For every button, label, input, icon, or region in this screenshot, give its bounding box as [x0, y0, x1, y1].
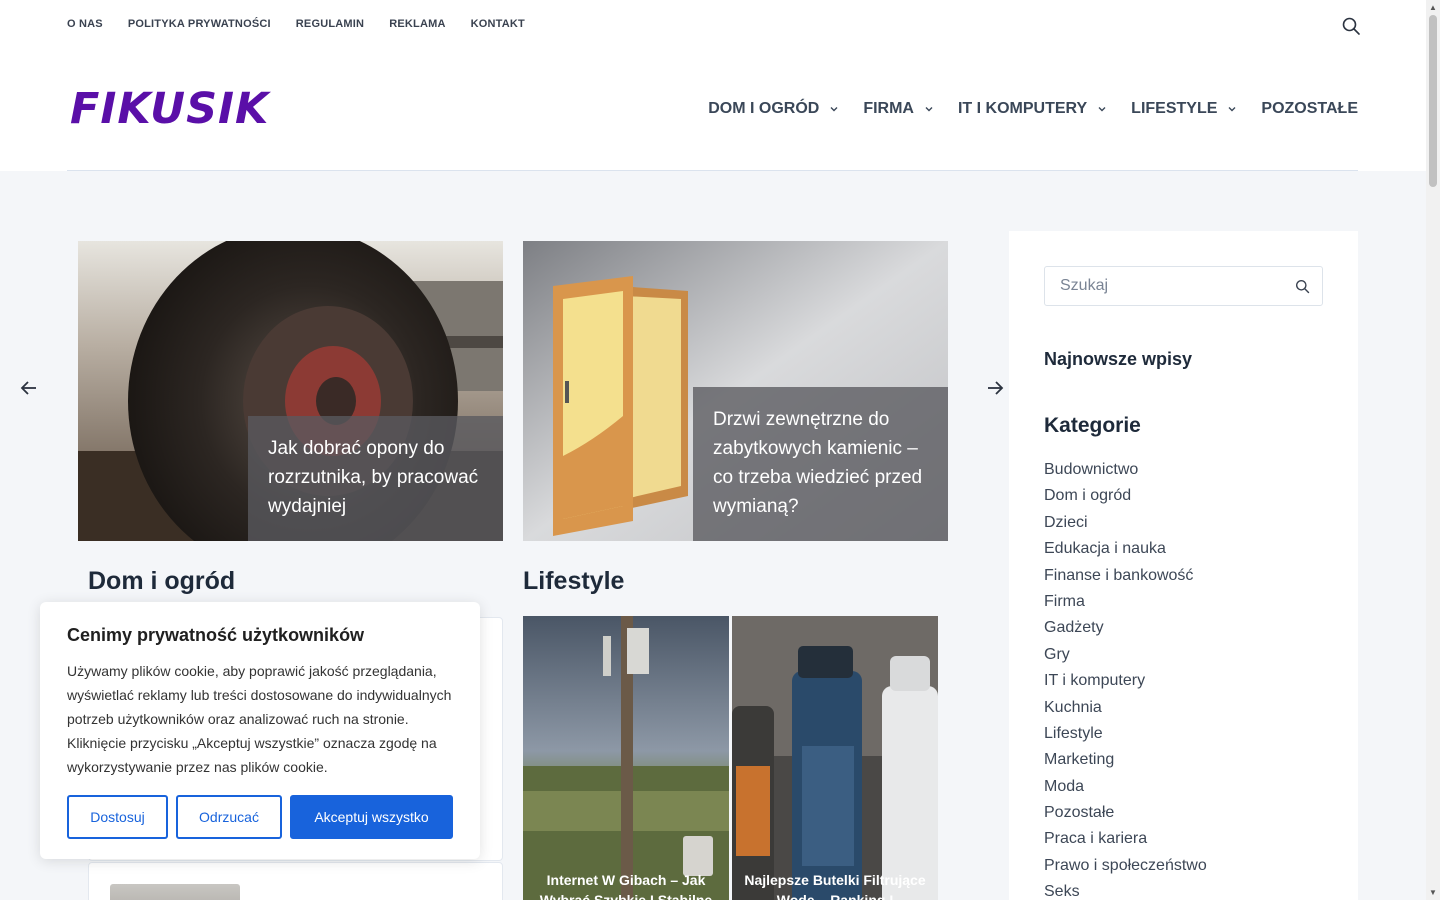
category-link[interactable]: Pozostałe [1044, 801, 1207, 827]
arrow-left-icon[interactable] [19, 378, 39, 398]
nav-item-label: FIRMA [863, 100, 914, 117]
category-link[interactable]: Dom i ogród [1044, 484, 1207, 510]
chevron-down-icon [830, 107, 838, 112]
category-link[interactable]: Lifestyle [1044, 722, 1207, 748]
category-link[interactable]: Praca i kariera [1044, 827, 1207, 853]
category-link[interactable]: Gadżety [1044, 616, 1207, 642]
category-list: Budownictwo Dom i ogród Dzieci Edukacja … [1044, 458, 1207, 900]
category-link[interactable]: Kuchnia [1044, 696, 1207, 722]
site-logo[interactable]: FIKUSIK [70, 84, 269, 134]
nav-item-firma[interactable]: FIRMA [863, 100, 934, 118]
section-title-lifestyle[interactable]: Lifestyle [523, 567, 624, 596]
post-thumbnail [110, 884, 240, 900]
slider-post-2[interactable]: Drzwi zewnętrzne do zabytkowych kamienic… [523, 241, 948, 541]
nav-item-label: DOM I OGRÓD [708, 100, 820, 117]
topnav-link-reklama[interactable]: REKLAMA [389, 18, 445, 30]
scroll-up-arrow-icon[interactable]: ▲ [1429, 3, 1437, 12]
tile-title[interactable]: Internet W Gibach – Jak Wybrać Szybkie I… [523, 870, 729, 900]
chevron-down-icon [925, 107, 933, 112]
site-header: FIKUSIK DOM I OGRÓD FIRMA IT I KOMPUTERY… [0, 50, 1426, 171]
category-link[interactable]: Seks [1044, 880, 1207, 900]
topnav-link-regulamin[interactable]: REGULAMIN [296, 18, 364, 30]
scroll-down-arrow-icon[interactable]: ▼ [1429, 888, 1437, 897]
nav-item-dom-i-ogrod[interactable]: DOM I OGRÓD [708, 100, 839, 118]
section-title-dom-i-ogrod[interactable]: Dom i ogród [88, 567, 235, 596]
cookie-title: Cenimy prywatność użytkowników [67, 625, 365, 645]
topnav-link-polityka[interactable]: POLITYKA PRYWATNOŚCI [128, 18, 271, 30]
chevron-down-icon [1228, 107, 1236, 112]
arrow-right-icon[interactable] [985, 378, 1005, 398]
category-link[interactable]: Dzieci [1044, 511, 1207, 537]
accept-all-button[interactable]: Akceptuj wszystko [290, 795, 453, 839]
search-icon[interactable] [1341, 16, 1361, 36]
slider-post-1[interactable]: Jak dobrać opony do rozrzutnika, by prac… [78, 241, 503, 541]
nav-item-pozostale[interactable]: POZOSTAŁE [1261, 100, 1358, 118]
category-link[interactable]: Budownictwo [1044, 458, 1207, 484]
slide-title[interactable]: Jak dobrać opony do rozrzutnika, by prac… [248, 416, 503, 541]
search-input[interactable] [1045, 267, 1285, 305]
reject-button[interactable]: Odrzucać [176, 795, 282, 839]
topnav-link-o-nas[interactable]: O NAS [67, 18, 103, 30]
post-image-pole [523, 616, 729, 900]
nav-item-label: POZOSTAŁE [1261, 100, 1358, 117]
slide-title[interactable]: Drzwi zewnętrzne do zabytkowych kamienic… [693, 387, 948, 541]
lifestyle-post-1[interactable]: Internet W Gibach – Jak Wybrać Szybkie I… [523, 616, 729, 900]
sidebar: Najnowsze wpisy Kategorie Budownictwo Do… [1009, 231, 1358, 900]
top-bar: O NAS POLITYKA PRYWATNOŚCI REGULAMIN REK… [0, 0, 1426, 50]
lifestyle-post-2[interactable]: Najlepsze Butelki Filtrujące Wodę – Rank… [732, 616, 938, 900]
nav-item-label: IT I KOMPUTERY [957, 100, 1088, 117]
sidebar-search [1044, 266, 1323, 306]
category-link[interactable]: Moda [1044, 775, 1207, 801]
category-link[interactable]: Gry [1044, 643, 1207, 669]
cookie-consent-banner: Cenimy prywatność użytkowników Używamy p… [40, 602, 480, 859]
scrollbar-thumb[interactable] [1429, 15, 1437, 187]
chevron-down-icon [1098, 107, 1106, 112]
main-navigation: DOM I OGRÓD FIRMA IT I KOMPUTERY LIFESTY… [684, 100, 1358, 118]
customize-button[interactable]: Dostosuj [67, 795, 168, 839]
search-icon[interactable] [1295, 279, 1310, 294]
nav-item-it-i-komputery[interactable]: IT I KOMPUTERY [958, 100, 1107, 118]
tile-title[interactable]: Najlepsze Butelki Filtrujące Wodę – Rank… [732, 870, 938, 900]
category-link[interactable]: Edukacja i nauka [1044, 537, 1207, 563]
page-scrollbar[interactable]: ▲ ▼ [1426, 0, 1440, 900]
category-link[interactable]: Finanse i bankowość [1044, 564, 1207, 590]
nav-item-lifestyle[interactable]: LIFESTYLE [1131, 100, 1237, 118]
category-link[interactable]: Firma [1044, 590, 1207, 616]
category-link[interactable]: IT i komputery [1044, 669, 1207, 695]
post-image-bottles [732, 616, 938, 900]
categories-heading: Kategorie [1044, 414, 1141, 437]
category-link[interactable]: Marketing [1044, 748, 1207, 774]
post-card[interactable] [88, 862, 503, 900]
category-link[interactable]: Prawo i społeczeństwo [1044, 854, 1207, 880]
topnav-link-kontakt[interactable]: KONTAKT [471, 18, 525, 30]
nav-item-label: LIFESTYLE [1131, 100, 1218, 117]
latest-posts-heading: Najnowsze wpisy [1044, 349, 1193, 369]
header-divider [67, 170, 1358, 171]
top-navigation: O NAS POLITYKA PRYWATNOŚCI REGULAMIN REK… [67, 18, 525, 30]
cookie-text: Używamy plików cookie, aby poprawić jako… [67, 663, 452, 775]
